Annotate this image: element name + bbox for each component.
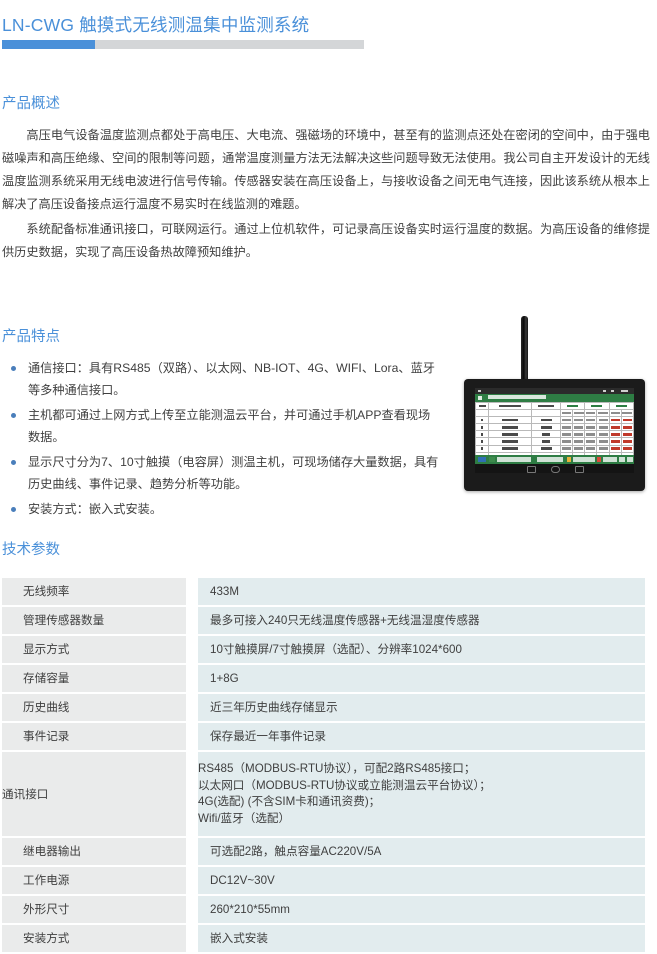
overview-body: 高压电气设备温度监测点都处于高电压、大电流、强磁场的环境中，甚至有的监测点还处在… [2,124,650,266]
spec-label: 显示方式 [2,636,186,665]
table-row: 历史曲线 近三年历史曲线存储显示 [2,694,645,723]
list-item-label: 安装方式：嵌入式安装。 [28,502,163,516]
section-heading-specs: 技术参数 [2,542,60,558]
list-item-label: 主机都可通过上网方式上传至立能测温云平台，并可通过手机APP查看现场数据。 [28,408,431,444]
spec-label: 继电器输出 [2,838,186,867]
overview-paragraph: 高压电气设备温度监测点都处于高电压、大电流、强磁场的环境中，甚至有的监测点还处在… [2,128,650,211]
spec-value: DC12V~30V [186,867,645,896]
spec-label: 通讯接口 [2,752,186,838]
list-item: 通信接口：具有RS485（双路）、以太网、NB-IOT、4G、WIFI、Lora… [2,358,442,401]
spec-value: 可选配2路，触点容量AC220V/5A [186,838,645,867]
spec-label: 无线频率 [2,578,186,607]
table-row: 显示方式 10寸触摸屏/7寸触摸屏（选配）、分辨率1024*600 [2,636,645,665]
spec-value: 最多可接入240只无线温度传感器+无线温湿度传感器 [186,607,645,636]
table-row: 通讯接口 RS485（MODBUS-RTU协议），可配2路RS485接口； 以太… [2,752,645,838]
spec-value: 近三年历史曲线存储显示 [186,694,645,723]
screen-appbar [475,394,634,402]
technical-specifications-table: 无线频率 433M 管理传感器数量 最多可接入240只无线温度传感器+无线温湿度… [2,578,645,954]
table-row: 无线频率 433M [2,578,645,607]
section-heading-features: 产品特点 [2,329,60,345]
page-title: LN-CWG 触摸式无线测温集中监测系统 [2,15,310,35]
spec-value: 260*210*55mm [186,896,645,925]
table-row: 事件记录 保存最近一年事件记录 [2,723,645,752]
spec-label: 管理传感器数量 [2,607,186,636]
table-row: 存储容量 1+8G [2,665,645,694]
section-heading-overview: 产品概述 [2,96,60,112]
spec-value-line: RS485（MODBUS-RTU协议），可配2路RS485接口； [198,762,476,775]
bullet-icon [11,460,16,465]
spec-value-line: 4G(选配) (不含SIM卡和通讯资费)； [198,795,381,808]
list-item-label: 显示尺寸分为7、10寸触摸（电容屏）测温主机，可现场储存大量数据，具有历史曲线、… [28,455,439,491]
bullet-icon [11,413,16,418]
spec-label: 工作电源 [2,867,186,896]
home-icon [551,466,560,473]
spec-label: 历史曲线 [2,694,186,723]
list-item: 安装方式：嵌入式安装。 [2,499,442,521]
title-underline-accent [2,40,95,49]
antenna-icon [521,316,528,388]
table-row: 工作电源 DC12V~30V [2,867,645,896]
spec-value: 10寸触摸屏/7寸触摸屏（选配）、分辨率1024*600 [186,636,645,665]
table-row [475,430,634,439]
table-row: 外形尺寸 260*210*55mm [2,896,645,925]
bullet-icon [11,507,16,512]
spec-value: 保存最近一年事件记录 [186,723,645,752]
back-icon [527,466,536,473]
product-device-photo [455,312,653,497]
list-item: 显示尺寸分为7、10寸触摸（电容屏）测温主机，可现场储存大量数据，具有历史曲线、… [2,452,442,495]
spec-label: 安装方式 [2,925,186,954]
screen-menu-icon [478,396,482,400]
screen-bottom-toolbar [475,455,634,464]
overview-paragraph: 系统配备标准通讯接口，可联网运行。通过上位机软件，可记录高压设备实时运行温度的数… [2,222,650,259]
table-row: 继电器输出 可选配2路，触点容量AC220V/5A [2,838,645,867]
spec-value-line: Wifi/蓝牙（选配） [198,811,291,825]
table-row [475,409,634,418]
table-row [475,444,634,453]
device-bezel [464,379,645,491]
features-list: 通信接口：具有RS485（双路）、以太网、NB-IOT、4G、WIFI、Lora… [2,358,442,525]
spec-value-line: 以太网口（MODBUS-RTU协议或立能测温云平台协议）； [198,778,491,792]
table-row [475,401,634,411]
spec-label: 存储容量 [2,665,186,694]
table-row: 安装方式 嵌入式安装 [2,925,645,954]
table-row [475,437,634,446]
spec-value: 嵌入式安装 [186,925,645,954]
device-screen [475,388,634,473]
recents-icon [575,466,584,473]
spec-label: 事件记录 [2,723,186,752]
table-row [475,423,634,432]
screen-navigation-bar [475,464,634,473]
bullet-icon [11,366,16,371]
list-item-label: 通信接口：具有RS485（双路）、以太网、NB-IOT、4G、WIFI、Lora… [28,361,435,397]
spec-label: 外形尺寸 [2,896,186,925]
title-underline-rule [2,40,364,49]
spec-value: 433M [186,578,645,607]
spec-value: 1+8G [186,665,645,694]
table-row: 管理传感器数量 最多可接入240只无线温度传感器+无线温湿度传感器 [2,607,645,636]
list-item: 主机都可通过上网方式上传至立能测温云平台，并可通过手机APP查看现场数据。 [2,405,442,448]
spec-value-multiline: RS485（MODBUS-RTU协议），可配2路RS485接口； 以太网口（MO… [186,752,645,838]
screen-app-title [488,395,546,399]
table-row [475,416,634,425]
